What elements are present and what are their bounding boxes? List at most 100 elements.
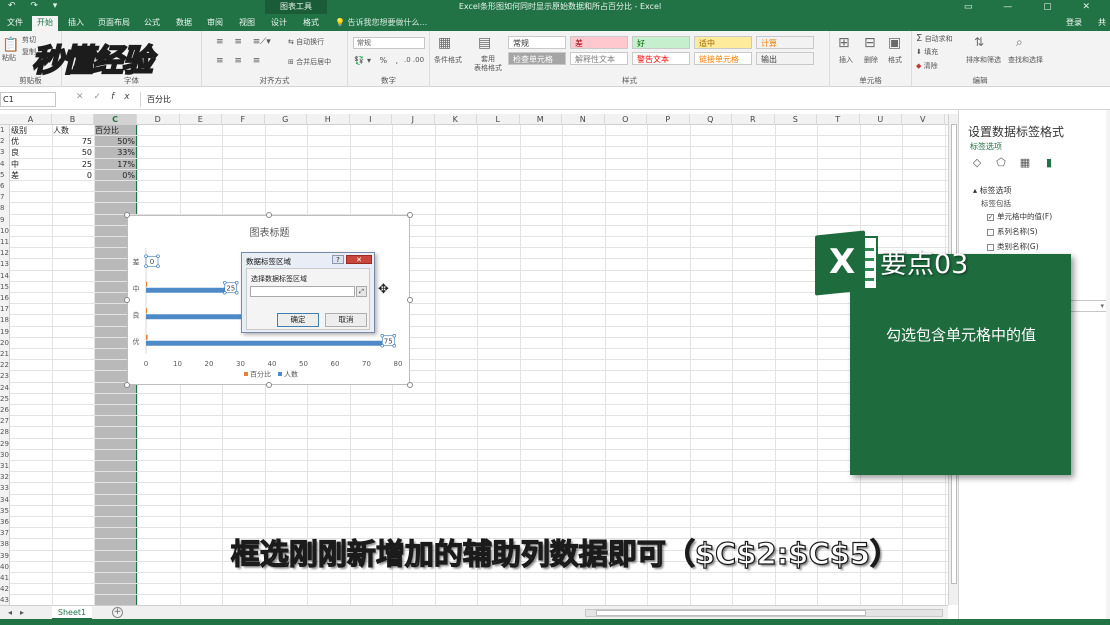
row-header[interactable]: 13 xyxy=(0,259,9,270)
tab-review[interactable]: 审阅 xyxy=(203,14,227,31)
column-header[interactable]: G xyxy=(265,114,307,125)
chart-resize-handle[interactable] xyxy=(266,382,272,388)
row-header[interactable]: 12 xyxy=(0,248,9,259)
column-header[interactable]: H xyxy=(307,114,350,125)
tab-format[interactable]: 格式 xyxy=(299,14,323,31)
column-header[interactable]: N xyxy=(562,114,605,125)
column-header[interactable]: B xyxy=(52,114,94,125)
row-header[interactable]: 31 xyxy=(0,461,9,472)
orientation-icon[interactable]: ⟋▾ xyxy=(260,37,271,47)
row-header[interactable]: 21 xyxy=(0,349,9,360)
chart-resize-handle[interactable] xyxy=(266,212,272,218)
table-cell[interactable]: 良 xyxy=(11,147,51,158)
delete-cells-icon[interactable]: ⊟ xyxy=(864,35,876,51)
row-header[interactable]: 18 xyxy=(0,315,9,326)
add-sheet-icon[interactable]: + xyxy=(112,607,123,618)
cell-style-option[interactable]: 解释性文本 xyxy=(570,52,628,65)
conditional-format-icon[interactable]: ▦ xyxy=(438,35,451,51)
table-cell[interactable]: 中 xyxy=(11,159,51,170)
cell-style-option[interactable]: 好 xyxy=(632,36,690,49)
row-header[interactable]: 9 xyxy=(0,215,9,226)
delete-cells-button[interactable]: 删除 xyxy=(864,55,878,65)
tab-formulas[interactable]: 公式 xyxy=(140,14,164,31)
table-cell[interactable]: 50 xyxy=(53,147,93,158)
row-header[interactable]: 43 xyxy=(0,595,9,605)
cancel-edit-icon[interactable]: ✕ xyxy=(76,92,94,102)
series-name-checkbox[interactable]: 系列名称(S) xyxy=(987,226,1038,237)
confirm-edit-icon[interactable]: ✓ xyxy=(94,92,112,102)
column-header[interactable]: A xyxy=(10,114,52,125)
value-from-cells-checkbox[interactable]: ✓ 单元格中的值(F) xyxy=(987,211,1052,222)
row-header[interactable]: 41 xyxy=(0,573,9,584)
header-cell[interactable]: 级别 xyxy=(11,125,51,136)
window-controls[interactable]: ▭ — ▢ ✕ xyxy=(964,0,1104,14)
cell-style-option[interactable]: 差 xyxy=(570,36,628,49)
tab-home[interactable]: 开始 xyxy=(32,16,58,31)
align-top-icon[interactable]: ≡ ≡ ≡ xyxy=(216,37,264,47)
tab-design[interactable]: 设计 xyxy=(267,14,291,31)
tab-insert[interactable]: 插入 xyxy=(64,14,88,31)
column-header[interactable]: E xyxy=(180,114,222,125)
range-picker-icon[interactable]: ⤢ xyxy=(356,286,367,297)
horizontal-scroll-thumb[interactable] xyxy=(596,610,866,616)
quick-access-toolbar[interactable]: ↶ ↷ ▾ xyxy=(8,1,63,11)
row-header[interactable]: 33 xyxy=(0,483,9,494)
effects-icon[interactable]: ⬠ xyxy=(994,156,1008,170)
clear-button[interactable]: ◆ 清除 xyxy=(916,61,938,71)
tab-view[interactable]: 视图 xyxy=(235,14,259,31)
column-header[interactable]: R xyxy=(732,114,775,125)
table-cell[interactable]: 25 xyxy=(53,159,93,170)
column-header[interactable]: I xyxy=(350,114,392,125)
label-options-icon[interactable]: ▮ xyxy=(1042,156,1056,170)
format-as-table-icon[interactable]: ▤ xyxy=(478,35,491,51)
row-header[interactable]: 26 xyxy=(0,405,9,416)
chart-resize-handle[interactable] xyxy=(124,382,130,388)
paste-icon[interactable]: 📋 xyxy=(2,37,19,53)
row-header[interactable]: 29 xyxy=(0,439,9,450)
cell-style-option[interactable]: 适中 xyxy=(694,36,752,49)
column-header[interactable]: J xyxy=(392,114,435,125)
row-header[interactable]: 7 xyxy=(0,192,9,203)
fill-line-icon[interactable]: ◇ xyxy=(970,156,984,170)
chart-resize-handle[interactable] xyxy=(124,297,130,303)
sort-filter-button[interactable]: 排序和筛选 xyxy=(966,55,1001,65)
row-header[interactable]: 27 xyxy=(0,416,9,427)
column-header[interactable]: D xyxy=(137,114,180,125)
cell-style-option[interactable]: 警告文本 xyxy=(632,52,690,65)
row-header[interactable]: 30 xyxy=(0,450,9,461)
table-cell[interactable]: 差 xyxy=(11,170,51,181)
sheet-tab[interactable]: Sheet1 xyxy=(52,606,92,620)
size-properties-icon[interactable]: ▦ xyxy=(1018,156,1032,170)
row-header[interactable]: 5 xyxy=(0,170,9,181)
row-header[interactable]: 28 xyxy=(0,427,9,438)
format-as-table-button[interactable]: 套用 表格格式 xyxy=(474,55,502,73)
format-cells-icon[interactable]: ▣ xyxy=(888,35,901,51)
row-header[interactable]: 25 xyxy=(0,394,9,405)
row-header[interactable]: 20 xyxy=(0,338,9,349)
table-cell[interactable]: 17% xyxy=(95,159,136,170)
row-header[interactable]: 2 xyxy=(0,136,9,147)
column-header[interactable]: Q xyxy=(690,114,732,125)
table-cell[interactable]: 50% xyxy=(95,136,136,147)
row-header[interactable]: 4 xyxy=(0,159,9,170)
column-header[interactable]: T xyxy=(817,114,860,125)
cell-style-option[interactable]: 输出 xyxy=(756,52,814,65)
decimal-icons[interactable]: .0 .00 xyxy=(404,56,424,64)
column-header[interactable]: F xyxy=(222,114,265,125)
table-cell[interactable]: 75 xyxy=(53,136,93,147)
column-header[interactable]: O xyxy=(605,114,647,125)
row-header[interactable]: 14 xyxy=(0,271,9,282)
column-header[interactable]: U xyxy=(860,114,902,125)
sort-filter-icon[interactable]: ⇅ xyxy=(974,35,984,49)
insert-function-icon[interactable]: fx xyxy=(111,92,140,102)
table-cell[interactable]: 0% xyxy=(95,170,136,181)
tab-file[interactable]: 文件 xyxy=(2,14,28,31)
row-header[interactable]: 15 xyxy=(0,282,9,293)
insert-cells-button[interactable]: 插入 xyxy=(839,55,853,65)
horizontal-scrollbar[interactable] xyxy=(585,609,943,617)
close-icon[interactable]: ✕ xyxy=(346,255,372,264)
row-header[interactable]: 6 xyxy=(0,181,9,192)
cancel-button[interactable]: 取消 xyxy=(325,313,367,327)
row-header[interactable]: 36 xyxy=(0,517,9,528)
row-header[interactable]: 17 xyxy=(0,304,9,315)
